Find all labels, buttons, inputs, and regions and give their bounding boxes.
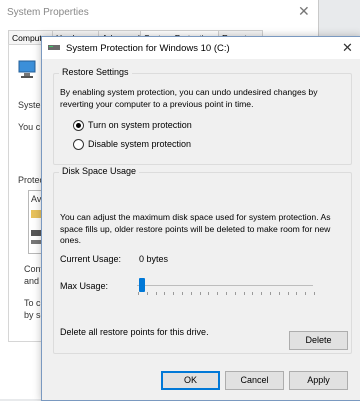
slider-tick — [288, 292, 289, 295]
close-icon[interactable]: ✕ — [342, 40, 353, 56]
slider-tick — [208, 292, 209, 295]
slider-tick — [314, 292, 315, 295]
slider-tick — [182, 292, 183, 295]
dialog-title: System Protection for Windows 10 (C:) — [66, 43, 230, 54]
slider-tick — [235, 292, 236, 295]
restore-settings-legend: Restore Settings — [59, 67, 132, 77]
disk-space-legend: Disk Space Usage — [59, 166, 140, 176]
max-usage-label: Max Usage: — [60, 281, 109, 291]
slider-tick — [164, 292, 165, 295]
delete-restore-points-text: Delete all restore points for this drive… — [60, 327, 209, 337]
slider-tick — [261, 292, 262, 295]
slider-tick — [191, 292, 192, 295]
restore-settings-description: By enabling system protection, you can u… — [60, 87, 318, 109]
ok-button[interactable]: OK — [161, 371, 220, 390]
system-properties-title: System Properties — [7, 7, 89, 18]
drive-icon — [31, 240, 41, 244]
current-usage-label: Current Usage: — [60, 254, 122, 264]
slider-tick — [252, 292, 253, 295]
drive-icon — [31, 230, 41, 236]
slider-tick — [270, 292, 271, 295]
slider-tick — [200, 292, 201, 295]
bg-text-1: Syste — [18, 100, 41, 110]
slider-tick — [156, 292, 157, 295]
bg-text-2: You c — [18, 122, 41, 132]
disable-protection-radio[interactable] — [73, 139, 84, 150]
folder-icon — [31, 210, 41, 218]
max-usage-slider-thumb[interactable] — [139, 278, 145, 292]
slider-tick — [173, 292, 174, 295]
slider-tick — [244, 292, 245, 295]
slider-tick — [217, 292, 218, 295]
turn-on-protection-label[interactable]: Turn on system protection — [88, 120, 192, 130]
cancel-button[interactable]: Cancel — [225, 371, 284, 390]
delete-button[interactable]: Delete — [289, 331, 348, 350]
system-properties-titlebar: System Properties ✕ — [0, 0, 318, 26]
dialog-titlebar: System Protection for Windows 10 (C:) ✕ — [42, 37, 360, 59]
drive-icon — [48, 45, 60, 50]
slider-tick — [305, 292, 306, 295]
computer-shield-icon — [18, 60, 36, 78]
close-icon[interactable]: ✕ — [298, 3, 310, 20]
max-usage-slider-track[interactable] — [137, 285, 313, 286]
disk-space-description: You can adjust the maximum disk space us… — [60, 212, 331, 245]
turn-on-protection-radio[interactable] — [73, 120, 84, 131]
disable-protection-label[interactable]: Disable system protection — [88, 139, 191, 149]
slider-tick — [138, 292, 139, 295]
slider-tick — [147, 292, 148, 295]
slider-tick — [226, 292, 227, 295]
apply-button[interactable]: Apply — [289, 371, 348, 390]
current-usage-value: 0 bytes — [139, 254, 169, 264]
slider-tick — [279, 292, 280, 295]
system-protection-dialog: System Protection for Windows 10 (C:) ✕ … — [41, 36, 360, 401]
slider-tick — [296, 292, 297, 295]
